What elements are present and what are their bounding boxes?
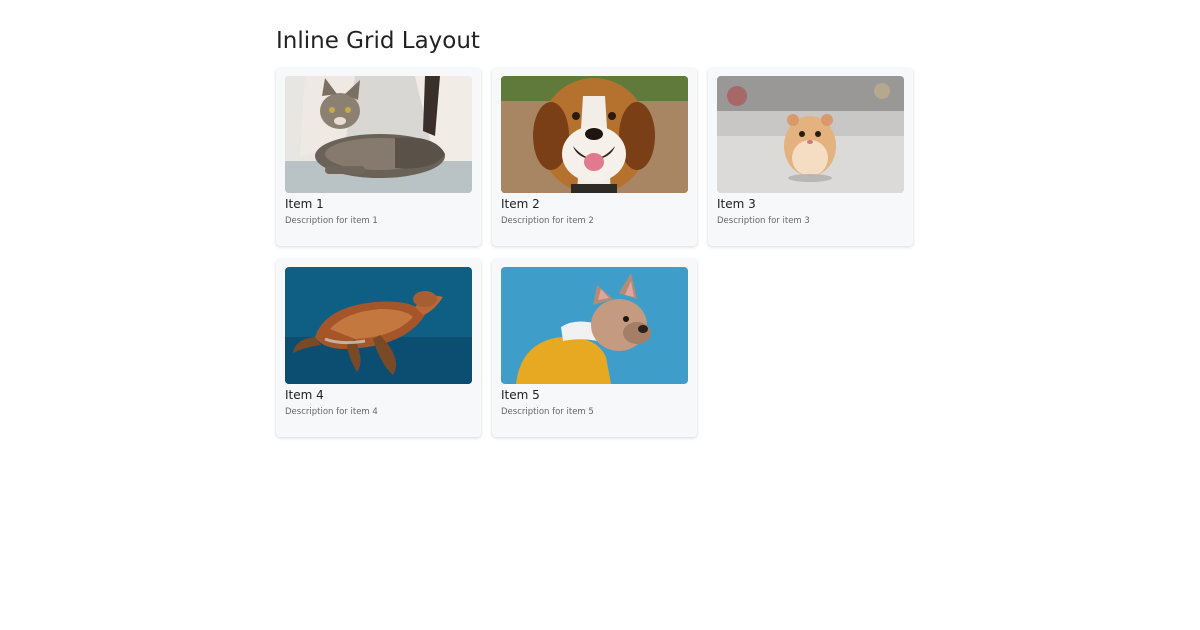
- card-image-turtle: [285, 267, 472, 384]
- card-title: Item 1: [285, 197, 324, 211]
- page-container: Inline Grid Layout Item 1 Description fo…: [276, 26, 936, 437]
- grid-card: Item 5 Description for item 5: [492, 259, 697, 437]
- card-title: Item 3: [717, 197, 756, 211]
- grid-card: Item 1 Description for item 1: [276, 68, 481, 246]
- card-title: Item 5: [501, 388, 540, 402]
- grid-card: Item 4 Description for item 4: [276, 259, 481, 437]
- grid-card: Item 3 Description for item 3: [708, 68, 913, 246]
- page-title: Inline Grid Layout: [276, 28, 480, 54]
- card-title: Item 4: [285, 388, 324, 402]
- card-image-hamster: [717, 76, 904, 193]
- card-image-cat: [285, 76, 472, 193]
- card-image-beagle: [501, 76, 688, 193]
- card-description: Description for item 5: [501, 407, 594, 417]
- card-title: Item 2: [501, 197, 540, 211]
- card-description: Description for item 4: [285, 407, 378, 417]
- card-description: Description for item 2: [501, 216, 594, 226]
- grid-card: Item 2 Description for item 2: [492, 68, 697, 246]
- card-image-bulldog: [501, 267, 688, 384]
- card-description: Description for item 1: [285, 216, 378, 226]
- card-description: Description for item 3: [717, 216, 810, 226]
